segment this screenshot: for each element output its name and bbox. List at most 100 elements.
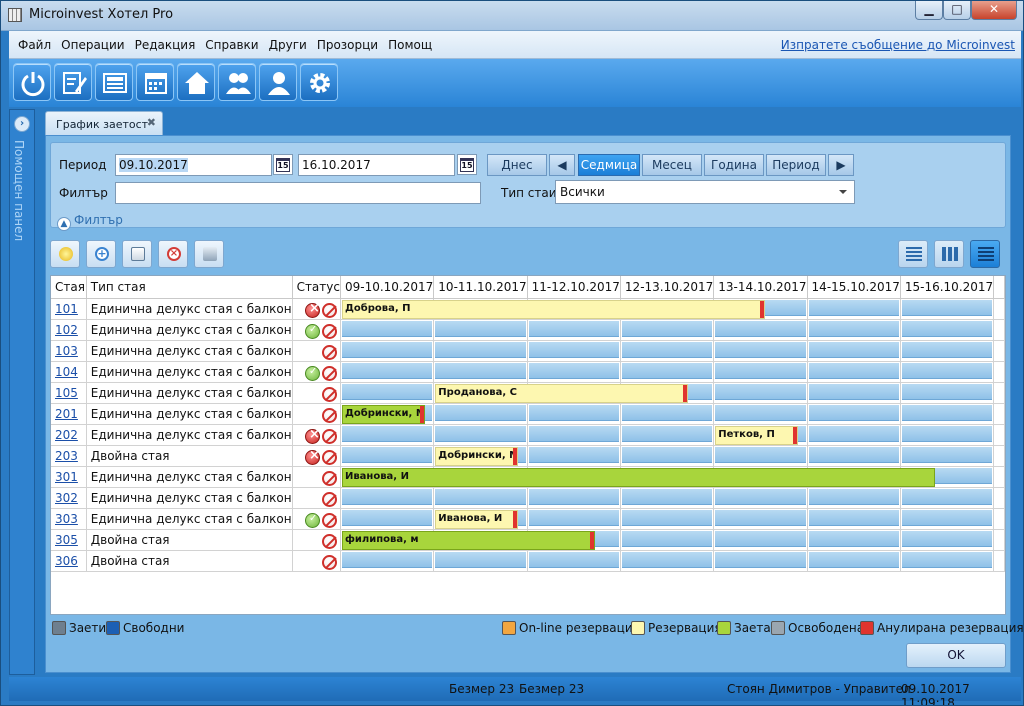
free-slot[interactable] [715,362,806,379]
table-row[interactable]: 103 Единична делукс стая с балкон [51,340,1005,362]
day-cell[interactable] [527,319,621,341]
date-to-input[interactable]: 16.10.2017 [298,154,455,176]
day-cell[interactable] [807,487,901,509]
no-smoking-icon[interactable] [321,386,337,402]
reservation-booking-bar[interactable]: Добрински, М [435,446,519,466]
free-slot[interactable] [715,488,806,505]
table-row[interactable]: 306 Двойна стая [51,550,1005,572]
day-cell[interactable] [527,550,621,572]
reservation-booking-bar[interactable]: Петков, П [715,425,799,445]
day-cell[interactable]: Доброва, П [340,298,765,320]
free-slot[interactable] [341,320,433,337]
free-slot[interactable] [341,551,433,568]
day-cell[interactable] [340,550,435,572]
no-smoking-icon[interactable] [321,428,337,444]
period-week-button[interactable]: Седмица [578,154,640,176]
menu-help[interactable]: Помощ [383,31,437,59]
no-smoking-icon[interactable] [321,491,337,507]
day-cell[interactable] [900,550,995,572]
table-row[interactable]: 305 Двойна стая филипова, м [51,529,1005,551]
room-link[interactable]: 102 [55,323,78,337]
reservation-booking-bar[interactable]: Иванова, И [435,509,519,529]
power-button[interactable] [13,63,51,101]
free-slot[interactable] [621,404,713,421]
day-cell[interactable] [340,382,435,404]
period-custom-button[interactable]: Период [766,154,826,176]
free-slot[interactable] [808,383,899,400]
day-cell[interactable] [433,340,528,362]
day-cell[interactable] [807,361,901,383]
day-cell[interactable] [713,550,808,572]
day-cell[interactable]: филипова, м [340,529,595,551]
free-slot[interactable] [528,341,619,358]
add-button[interactable]: + [86,240,116,268]
menu-reports[interactable]: Справки [200,31,263,59]
free-slot[interactable] [715,551,806,568]
menu-file[interactable]: Файл [13,31,56,59]
free-slot[interactable] [901,425,993,442]
free-slot[interactable] [715,320,806,337]
room-link[interactable]: 105 [55,386,78,400]
day-cell[interactable] [900,298,995,320]
col-room-type[interactable]: Тип стая [86,276,293,299]
day-cell[interactable]: Петков, П [713,424,808,446]
table-row[interactable]: 102 Единична делукс стая с балкон [51,319,1005,341]
col-day[interactable]: 15-16.10.2017 [900,276,995,299]
free-slot[interactable] [435,320,526,337]
free-slot[interactable] [901,488,993,505]
filter-input[interactable] [115,182,481,204]
user-button[interactable] [259,63,297,101]
day-cell[interactable] [340,487,435,509]
free-slot[interactable] [528,488,619,505]
day-cell[interactable] [433,550,528,572]
expand-panel-icon[interactable]: › [14,116,30,132]
col-status[interactable]: Статус [292,276,341,299]
col-day[interactable]: 13-14.10.2017 [713,276,808,299]
day-cell[interactable]: Иванова, И [340,466,935,488]
edit-button[interactable] [54,63,92,101]
send-message-link[interactable]: Изпратете съобщение до Microinvest [781,31,1015,59]
day-cell[interactable] [620,508,715,530]
day-cell[interactable] [807,508,901,530]
occupied-booking-bar[interactable]: Добрински, М [341,404,425,424]
day-cell[interactable] [527,445,621,467]
free-slot[interactable] [901,404,993,421]
day-cell[interactable] [340,319,435,341]
day-cell[interactable] [620,445,715,467]
close-button[interactable]: ✕ [971,1,1017,20]
day-cell[interactable] [900,361,995,383]
day-cell[interactable] [527,508,621,530]
day-cell[interactable] [900,424,995,446]
free-slot[interactable] [341,488,433,505]
day-cell[interactable] [807,340,901,362]
day-cell[interactable]: Иванова, И [433,508,528,530]
free-slot[interactable] [341,341,433,358]
view-timeline-button[interactable] [970,240,1000,268]
free-slot[interactable] [528,446,619,463]
free-slot[interactable] [621,446,713,463]
day-cell[interactable] [620,424,715,446]
free-slot[interactable] [715,446,806,463]
free-slot[interactable] [435,404,526,421]
no-smoking-icon[interactable] [321,302,337,318]
menu-windows[interactable]: Прозорци [312,31,383,59]
day-cell[interactable] [527,340,621,362]
room-link[interactable]: 201 [55,407,78,421]
table-row[interactable]: 301 Единична делукс стая с балкон Иванова,… [51,466,1005,488]
free-slot[interactable] [621,362,713,379]
day-cell[interactable] [620,487,715,509]
day-cell[interactable] [900,508,995,530]
free-slot[interactable] [528,362,619,379]
day-cell[interactable]: Добрински, М [340,403,435,425]
free-slot[interactable] [528,425,619,442]
free-slot[interactable] [901,530,993,547]
free-slot[interactable] [341,362,433,379]
free-slot[interactable] [808,404,899,421]
prev-period-button[interactable]: ◀ [549,154,575,176]
day-cell[interactable] [713,319,808,341]
day-cell[interactable] [900,445,995,467]
no-smoking-icon[interactable] [321,533,337,549]
day-cell[interactable] [900,487,995,509]
day-cell[interactable] [527,487,621,509]
room-link[interactable]: 306 [55,554,78,568]
